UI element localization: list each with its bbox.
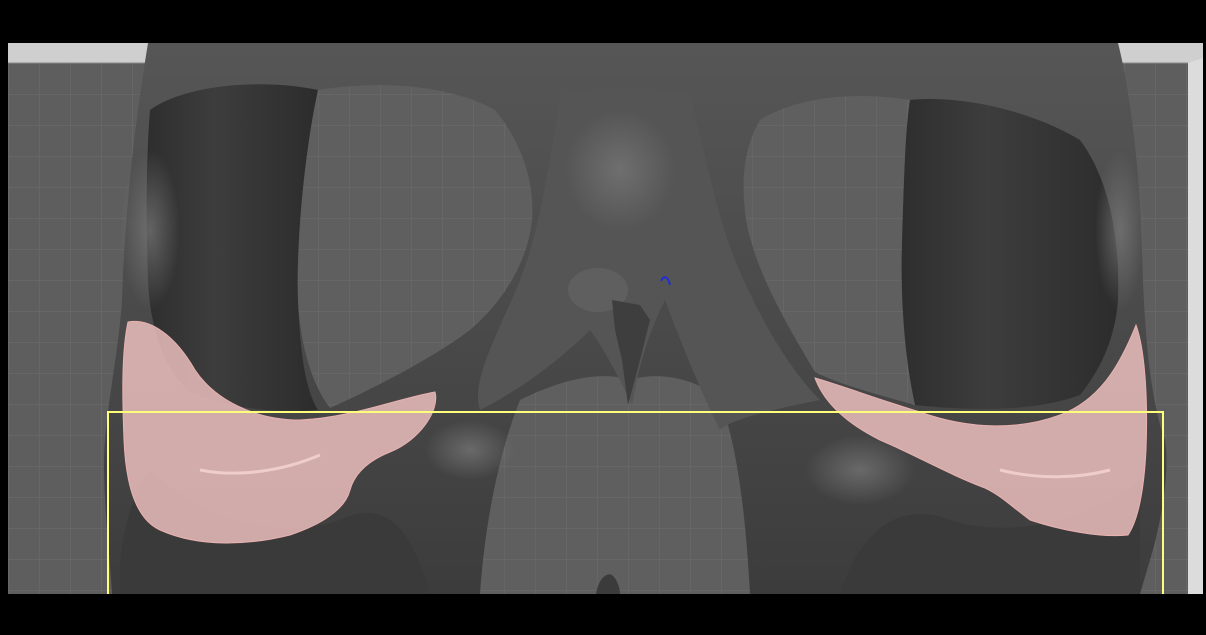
- right-rim-highlight: [1095, 150, 1145, 310]
- left-maxilla-highlight: [425, 420, 515, 480]
- nasal-aperture-grid: [480, 376, 750, 594]
- left-rim-highlight: [120, 150, 180, 310]
- 3d-viewport[interactable]: [0, 0, 1206, 635]
- floor-edge-right: [1188, 58, 1203, 594]
- 3d-scene[interactable]: [0, 0, 1206, 635]
- letterbox-top: [0, 0, 1206, 43]
- bridge-highlight: [565, 110, 675, 230]
- letterbox-bottom: [0, 594, 1206, 635]
